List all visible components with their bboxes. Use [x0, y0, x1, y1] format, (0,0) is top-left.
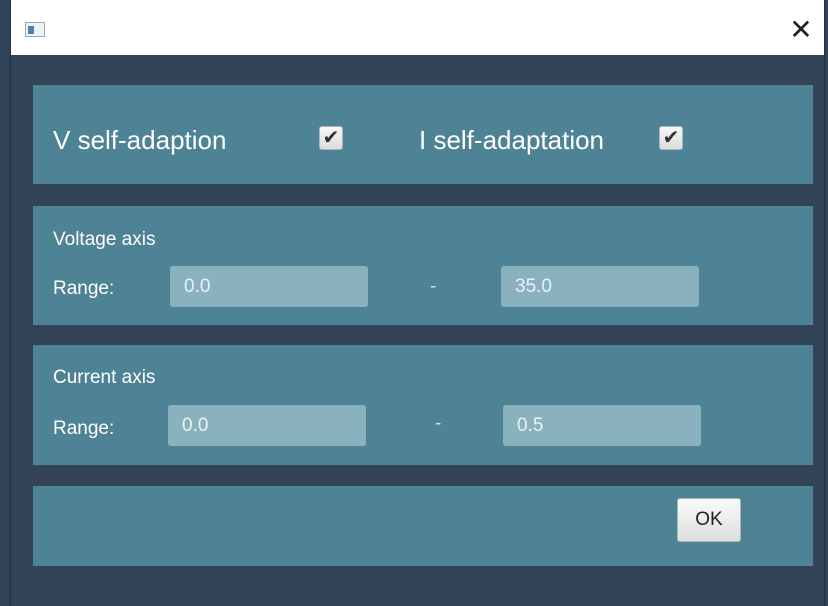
title-bar: ✕: [11, 0, 824, 55]
voltage-axis-panel: Voltage axis Range: 0.0 - 35.0: [33, 206, 813, 325]
voltage-max-field[interactable]: 35.0: [501, 266, 699, 307]
voltage-axis-title: Voltage axis: [53, 229, 156, 250]
current-min-field[interactable]: 0.0: [168, 405, 366, 446]
checkmark-icon: ✔: [322, 127, 340, 149]
current-range-separator: -: [435, 413, 442, 434]
voltage-range-label: Range:: [53, 278, 115, 299]
current-axis-panel: Current axis Range: 0.0 - 0.5: [33, 345, 813, 465]
current-axis-title: Current axis: [53, 367, 156, 388]
close-button[interactable]: ✕: [778, 8, 824, 50]
settings-dialog: ✕ V self-adaption ✔ I self-adaptation ✔ …: [10, 0, 825, 606]
v-self-adaption-checkbox[interactable]: ✔: [319, 126, 343, 150]
voltage-min-field[interactable]: 0.0: [170, 266, 368, 307]
button-bar: OK: [33, 486, 813, 566]
app-icon: [25, 22, 45, 37]
ok-button[interactable]: OK: [677, 498, 741, 542]
i-self-adaptation-label: I self-adaptation: [419, 125, 605, 155]
current-range-label: Range:: [53, 418, 115, 439]
checkmark-icon: ✔: [662, 127, 680, 149]
current-max-field[interactable]: 0.5: [503, 405, 701, 446]
voltage-range-separator: -: [430, 276, 437, 297]
v-self-adaption-label: V self-adaption: [53, 125, 227, 155]
self-adaptation-panel: V self-adaption ✔ I self-adaptation ✔: [33, 85, 813, 184]
close-icon: ✕: [789, 13, 813, 45]
i-self-adaptation-checkbox[interactable]: ✔: [659, 126, 683, 150]
